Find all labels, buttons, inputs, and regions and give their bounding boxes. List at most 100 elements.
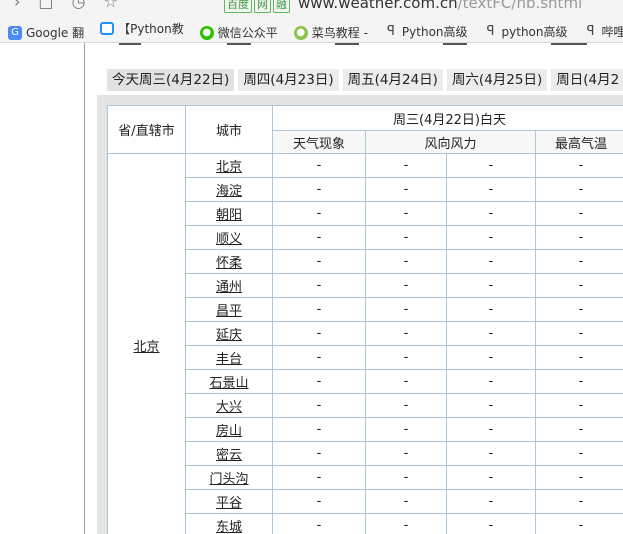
- bookmark-wechat[interactable]: ● 微信公众平: [199, 19, 278, 43]
- weather-phenomenon: -: [272, 273, 366, 298]
- bookmark-python-advanced[interactable]: ꟼ Python高级: [384, 18, 468, 43]
- max-temperature: -: [535, 441, 623, 466]
- wind-power: -: [446, 225, 536, 250]
- weather-phenomenon: -: [272, 321, 366, 346]
- tab-friday[interactable]: 周五(4月24日): [342, 69, 443, 91]
- city-link[interactable]: 延庆: [216, 328, 242, 343]
- weather-phenomenon: -: [272, 393, 366, 418]
- max-temperature: -: [535, 249, 623, 274]
- wind-direction: -: [365, 153, 447, 178]
- city-link[interactable]: 怀柔: [216, 256, 242, 271]
- province-link[interactable]: 北京: [133, 340, 159, 355]
- google-translate-icon: G: [8, 25, 22, 40]
- wind-direction: -: [365, 297, 447, 322]
- city-link[interactable]: 丰台: [216, 352, 242, 367]
- city-cell: 延庆: [185, 321, 273, 346]
- city-link[interactable]: 朝阳: [216, 208, 242, 223]
- max-temperature: -: [535, 153, 623, 178]
- max-temperature: -: [535, 177, 623, 202]
- city-link[interactable]: 北京: [216, 160, 242, 175]
- wind-direction: -: [365, 489, 447, 514]
- wind-power: -: [446, 321, 536, 346]
- table-row: 怀柔 - - - -: [108, 249, 623, 274]
- city-link[interactable]: 平谷: [216, 496, 242, 511]
- refresh-icon[interactable]: ◷: [72, 0, 104, 11]
- city-cell: 门头沟: [185, 465, 273, 490]
- bookmark-python-advanced-2[interactable]: ꟼ python高级: [484, 18, 568, 43]
- bookmark-bilibili[interactable]: ꟼ哔哩哔: [584, 18, 623, 43]
- city-cell: 大兴: [185, 393, 273, 418]
- url-badge: 网: [254, 0, 271, 13]
- city-link[interactable]: 门头沟: [209, 472, 248, 487]
- address-bar[interactable]: 百度网融 www.weather.com.cn/textFC/hb.shtml: [224, 0, 582, 13]
- wind-direction: -: [365, 393, 447, 418]
- header-wind: 风向风力: [365, 130, 536, 154]
- max-temperature: -: [535, 417, 623, 442]
- city-link[interactable]: 昌平: [216, 304, 242, 319]
- city-cell: 平谷: [185, 489, 273, 514]
- city-link[interactable]: 海淀: [216, 184, 242, 199]
- city-link[interactable]: 房山: [216, 424, 242, 439]
- wind-power: -: [446, 417, 536, 442]
- browser-toolbar: ›□◷☆ 百度网融 www.weather.com.cn/textFC/hb.sh…: [0, 0, 623, 14]
- max-temperature: -: [535, 489, 623, 514]
- city-cell: 房山: [185, 417, 273, 442]
- divider: [119, 43, 141, 45]
- weather-phenomenon: -: [272, 225, 366, 250]
- header-period: 周三(4月22日)白天: [272, 105, 623, 131]
- header-phenomenon: 天气现象: [272, 130, 366, 154]
- runoob-icon: ●: [293, 25, 308, 40]
- wind-power: -: [446, 153, 536, 178]
- max-temperature: -: [535, 273, 623, 298]
- province-cell: 北京: [107, 153, 186, 534]
- tab-today[interactable]: 今天周三(4月22日): [107, 69, 235, 91]
- divider: [335, 43, 359, 45]
- weather-phenomenon: -: [272, 249, 366, 274]
- forward-icon[interactable]: □: [38, 0, 71, 11]
- bookmark-runoob[interactable]: ● 菜鸟教程 -: [293, 19, 368, 43]
- weather-phenomenon: -: [272, 513, 366, 534]
- weather-phenomenon: -: [272, 489, 366, 514]
- url-badge: 融: [273, 0, 290, 13]
- city-cell: 东城: [185, 513, 273, 534]
- url-host: www.weather.com.cn: [298, 0, 458, 12]
- max-temperature: -: [535, 225, 623, 250]
- city-link[interactable]: 通州: [216, 280, 242, 295]
- divider: [443, 43, 467, 45]
- tab-saturday[interactable]: 周六(4月25日): [446, 69, 548, 91]
- table-row: 房山 - - - -: [108, 417, 623, 442]
- weather-phenomenon: -: [272, 153, 366, 178]
- divider: [551, 43, 587, 45]
- table-row: 密云 - - - -: [108, 441, 623, 466]
- wind-direction: -: [365, 465, 447, 490]
- wind-direction: -: [365, 417, 447, 442]
- table-row: 丰台 - - - -: [108, 345, 623, 370]
- city-link[interactable]: 东城: [216, 520, 242, 534]
- tab-thursday[interactable]: 周四(4月23日): [238, 69, 339, 91]
- tab-sunday[interactable]: 周日(4月2: [551, 69, 623, 91]
- wechat-icon: ●: [199, 25, 214, 40]
- city-link[interactable]: 密云: [216, 448, 242, 463]
- city-link[interactable]: 大兴: [216, 400, 242, 415]
- city-cell: 海淀: [185, 177, 273, 202]
- city-cell: 密云: [185, 441, 273, 466]
- wind-direction: -: [365, 369, 447, 394]
- wind-power: -: [446, 465, 536, 490]
- wind-power: -: [446, 297, 536, 322]
- bookmark-google-translate[interactable]: G Google 翻: [8, 19, 84, 43]
- city-link[interactable]: 顺义: [216, 232, 242, 247]
- city-cell: 顺义: [185, 225, 273, 250]
- max-temperature: -: [535, 513, 623, 534]
- table-row: 大兴 - - - -: [108, 393, 623, 418]
- bookmarks-bar: G Google 翻【Python教 ● 微信公众平 ● 菜鸟教程 - ꟼ Python高级 ꟼ…: [0, 14, 623, 43]
- back-icon[interactable]: ›: [14, 0, 38, 11]
- bookmark-python-course[interactable]: 【Python教: [100, 14, 184, 42]
- city-link[interactable]: 石景山: [209, 376, 248, 391]
- table-row: 通州 - - - -: [108, 273, 623, 298]
- table-row: 门头沟 - - - -: [108, 465, 623, 490]
- star-icon[interactable]: ☆: [104, 0, 136, 11]
- weather-phenomenon: -: [272, 417, 366, 442]
- python-icon: ꟼ: [586, 23, 595, 39]
- wind-power: -: [446, 441, 536, 466]
- max-temperature: -: [535, 393, 623, 418]
